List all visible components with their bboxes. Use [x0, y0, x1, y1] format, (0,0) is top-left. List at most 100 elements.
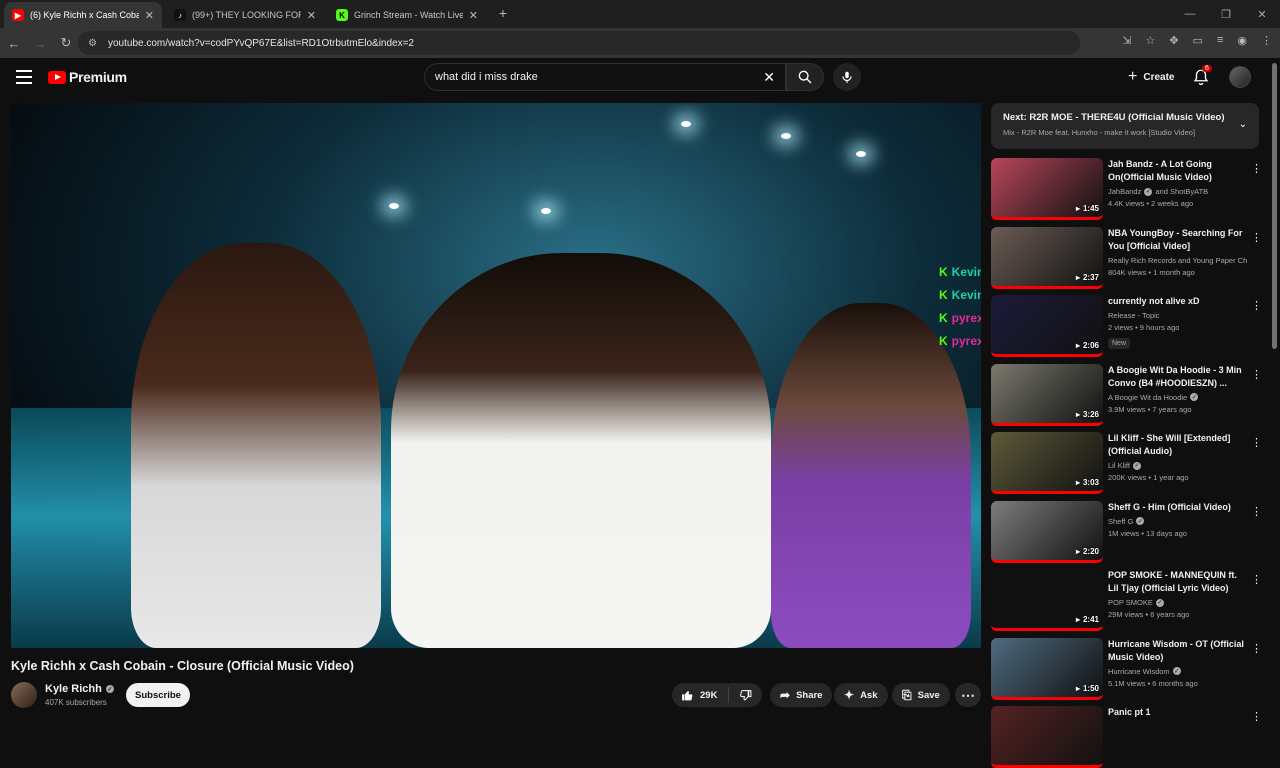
close-window-icon[interactable]: ✕ [1244, 0, 1280, 28]
clear-search-icon[interactable]: ✕ [763, 69, 775, 86]
recommended-title[interactable]: currently not alive xD [1108, 295, 1248, 308]
video-thumbnail[interactable]: ▸ 2:37 [991, 226, 1103, 289]
recommended-title[interactable]: Hurricane Wisdom - OT (Official Music Vi… [1108, 638, 1248, 664]
recommended-title[interactable]: POP SMOKE - MANNEQUIN ft. Lil Tjay (Offi… [1108, 569, 1248, 595]
more-options-icon[interactable]: ⋮ [1251, 162, 1262, 175]
share-label: Share [796, 689, 823, 701]
more-options-icon[interactable]: ⋮ [1251, 642, 1262, 655]
more-options-icon[interactable]: ⋮ [1251, 573, 1262, 586]
video-thumbnail[interactable]: ▸ 1:50 [991, 637, 1103, 700]
forward-icon[interactable]: → [28, 36, 52, 51]
play-icon: ▸ [1075, 409, 1080, 419]
chevron-down-icon[interactable]: ⌄ [1239, 119, 1247, 130]
url-field[interactable]: ⚙ youtube.com/watch?v=codPYvQP67E&list=R… [78, 31, 1080, 55]
recommended-title[interactable]: Sheff G - Him (Official Video) [1108, 501, 1248, 514]
more-options-icon[interactable]: ⋮ [1251, 299, 1262, 312]
site-info-icon[interactable]: ⚙ [88, 38, 100, 49]
notifications-button[interactable]: 6 [1192, 65, 1212, 86]
more-options-icon[interactable]: ⋮ [1251, 436, 1262, 449]
video-thumbnail[interactable] [991, 706, 1103, 768]
stage-light [781, 133, 791, 139]
subscriber-count: 407K subscribers [45, 698, 107, 707]
recommended-title[interactable]: Jah Bandz - A Lot Going On(Official Musi… [1108, 158, 1248, 184]
youtube-logo[interactable]: Premium [48, 69, 127, 85]
recommended-title[interactable]: Lil Kliff - She Will [Extended] (Officia… [1108, 432, 1248, 458]
profile-icon[interactable]: ◉ [1237, 34, 1247, 47]
recommended-video[interactable]: ▸ 3:26 A Boogie Wit Da Hoodie - 3 Min Conv… [991, 363, 1263, 426]
recommended-video[interactable]: ▸ 2:06 currently not alive xD Release - Top… [991, 295, 1263, 357]
video-player[interactable]: KKevinRDKKevinRDKpyrex_01Kpyrex_01 [11, 103, 981, 648]
account-avatar[interactable] [1229, 66, 1251, 88]
play-icon: ▸ [1075, 478, 1080, 487]
sidebar-icon[interactable]: ▭ [1193, 34, 1203, 47]
recommended-title[interactable]: Panic pt 1 [1108, 706, 1248, 719]
chat-username: pyrex_01 [951, 334, 981, 348]
subscribe-button[interactable]: Subscribe [126, 683, 190, 707]
recommended-video[interactable]: ▸ 2:41 POP SMOKE - MANNEQUIN ft. Lil Tjay … [991, 569, 1263, 631]
recommended-title[interactable]: A Boogie Wit Da Hoodie - 3 Min Convo (B4… [1108, 364, 1248, 390]
tab-title: Grinch Stream - Watch Live on [354, 10, 463, 20]
media-control-icon[interactable]: ≡ [1217, 34, 1223, 47]
recommended-video[interactable]: ▸ 1:50 Hurricane Wisdom - OT (Official Mus… [991, 637, 1263, 700]
recommended-video[interactable]: Panic pt 1 ⋮ [991, 706, 1263, 768]
page-scrollbar[interactable] [1272, 63, 1277, 349]
more-options-icon[interactable]: ⋮ [1251, 231, 1262, 244]
restore-icon[interactable]: ❐ [1208, 0, 1244, 28]
recommended-title[interactable]: NBA YoungBoy - Searching For You [Offici… [1108, 227, 1248, 253]
video-thumbnail[interactable]: ▸ 3:03 [991, 432, 1103, 494]
more-options-icon[interactable]: ⋮ [1251, 505, 1262, 518]
ask-button[interactable]: ✦ Ask [834, 683, 888, 707]
more-actions-button[interactable]: ⋯ [955, 683, 981, 707]
microphone-icon [842, 71, 852, 83]
recommended-channel[interactable]: Release - Topic [1108, 311, 1248, 320]
video-thumbnail[interactable]: ▸ 1:45 [991, 158, 1103, 220]
close-tab-icon[interactable]: ✕ [307, 9, 316, 22]
new-tab-button[interactable]: + [494, 4, 512, 22]
video-figure [131, 243, 381, 648]
video-thumbnail[interactable]: ▸ 2:41 [991, 569, 1103, 631]
dislike-button[interactable] [729, 689, 762, 702]
play-icon: ▸ [1075, 683, 1080, 693]
search-button[interactable] [786, 63, 824, 91]
recommended-channel[interactable]: Sheff G ✓ [1108, 517, 1248, 526]
channel-text: Really Rich Records and Young Paper Ch..… [1108, 255, 1248, 265]
recommended-video[interactable]: ▸ 2:20 Sheff G - Him (Official Video) Sheff… [991, 500, 1263, 563]
video-thumbnail[interactable]: ▸ 3:26 [991, 363, 1103, 426]
sparkle-icon: ✦ [844, 688, 855, 702]
browser-tab[interactable]: ▶ (6) Kyle Richh x Cash Coba ✕ [4, 2, 162, 28]
recommended-channel[interactable]: Really Rich Records and Young Paper Ch..… [1108, 256, 1248, 265]
recommended-channel[interactable]: JahBandz ✓ and ShotByATB [1108, 187, 1248, 196]
browser-menu-icon[interactable]: ⋮ [1261, 34, 1272, 47]
recommended-channel[interactable]: POP SMOKE ✓ [1108, 598, 1248, 607]
voice-search-button[interactable] [833, 63, 861, 91]
video-thumbnail[interactable]: ▸ 2:20 [991, 500, 1103, 563]
browser-tab[interactable]: ♪ (99+) THEY LOOKING FOR THE ✕ [166, 2, 324, 28]
channel-avatar[interactable] [11, 682, 37, 708]
share-button[interactable]: ➦ Share [770, 683, 833, 707]
video-thumbnail[interactable]: ▸ 2:06 [991, 295, 1103, 357]
close-tab-icon[interactable]: ✕ [469, 9, 478, 22]
menu-icon[interactable] [16, 70, 32, 84]
create-button[interactable]: + Create [1118, 64, 1184, 90]
channel-name[interactable]: Kyle Richh ✓ [45, 683, 114, 695]
save-button[interactable]: ⎘ Save [892, 683, 950, 707]
recommended-channel[interactable]: Hurricane Wisdom ✓ [1108, 667, 1248, 676]
recommended-video[interactable]: ▸ 3:03 Lil Kliff - She Will [Extended] (Of… [991, 432, 1263, 494]
more-options-icon[interactable]: ⋮ [1251, 368, 1262, 381]
reload-icon[interactable]: ↻ [54, 35, 78, 51]
minimize-icon[interactable]: — [1172, 0, 1208, 28]
up-next-panel[interactable]: Next: R2R MOE - THERE4U (Official Music … [991, 103, 1259, 149]
install-app-icon[interactable]: ⇲ [1122, 34, 1131, 47]
back-icon[interactable]: ← [2, 36, 26, 51]
recommended-channel[interactable]: A Boogie Wit da Hoodie ✓ [1108, 393, 1248, 402]
recommended-video[interactable]: ▸ 1:45 Jah Bandz - A Lot Going On(Official… [991, 158, 1263, 220]
like-button[interactable]: 29K [672, 687, 729, 703]
recommended-channel[interactable]: Lil Kliff ✓ [1108, 461, 1248, 470]
close-tab-icon[interactable]: ✕ [145, 9, 154, 22]
more-options-icon[interactable]: ⋮ [1251, 710, 1262, 723]
recommended-video[interactable]: ▸ 2:37 NBA YoungBoy - Searching For You [O… [991, 226, 1263, 289]
browser-tab[interactable]: K Grinch Stream - Watch Live on ✕ [328, 2, 486, 28]
bookmark-star-icon[interactable]: ☆ [1145, 34, 1155, 47]
extensions-icon[interactable]: ✥ [1169, 34, 1178, 47]
search-input[interactable]: what did i miss drake ✕ [424, 63, 786, 91]
